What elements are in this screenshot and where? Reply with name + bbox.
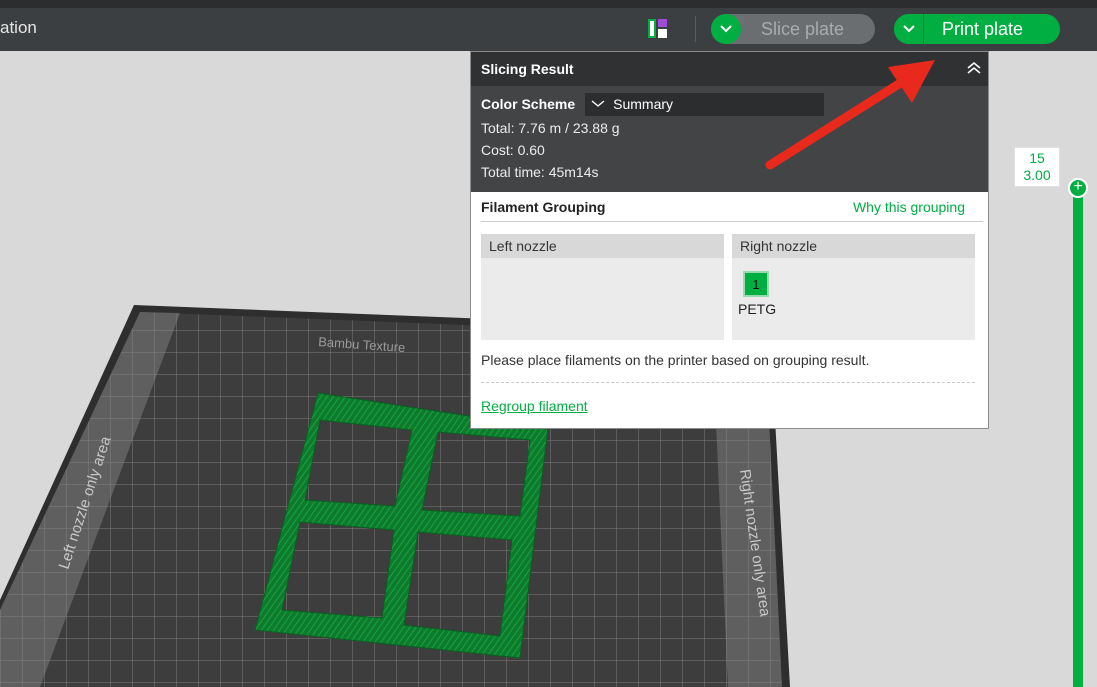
filament-type: PETG: [738, 301, 777, 317]
toolbar-title: ation: [0, 18, 37, 37]
top-toolbar: ation Slice plate Print plate: [0, 0, 1097, 51]
nozzle-groups: Left nozzle Right nozzle 1 PETG: [481, 234, 975, 340]
filament-chip[interactable]: 1: [743, 271, 769, 297]
layer-readout: 15 3.00: [1014, 147, 1060, 187]
layer-number: 15: [1029, 150, 1045, 166]
left-nozzle-label: Left nozzle: [481, 234, 724, 258]
right-nozzle-group: Right nozzle 1 PETG: [732, 234, 975, 340]
right-nozzle-label: Right nozzle: [732, 234, 975, 258]
layer-slider-track[interactable]: [1073, 186, 1083, 687]
filament-grouping-header: Filament Grouping Why this grouping: [481, 192, 983, 222]
panel-title: Slicing Result: [481, 61, 574, 77]
chevron-down-icon: [591, 100, 605, 107]
collapse-icon[interactable]: [966, 60, 982, 76]
print-plate-button[interactable]: Print plate: [894, 14, 1060, 44]
print-dropdown-chevron-icon[interactable]: [894, 14, 924, 44]
color-scheme-value: Summary: [613, 96, 674, 112]
layer-height: 3.00: [1023, 167, 1051, 183]
why-grouping-link[interactable]: Why this grouping: [853, 199, 965, 215]
toolbar-separator: [695, 16, 696, 42]
color-scheme-label: Color Scheme: [481, 96, 576, 112]
slice-plate-label: Slice plate: [761, 18, 845, 39]
print-plate-label: Print plate: [942, 18, 1024, 39]
filament-grouping-title: Filament Grouping: [481, 198, 606, 215]
annotation-arrow-icon: [765, 60, 935, 170]
grouping-hint: Please place filaments on the printer ba…: [481, 352, 975, 383]
layer-slider-thumb[interactable]: +: [1068, 178, 1088, 198]
slice-plate-button[interactable]: Slice plate: [711, 14, 875, 44]
regroup-filament-link[interactable]: Regroup filament: [481, 398, 588, 414]
slice-dropdown-chevron-icon[interactable]: [711, 14, 741, 44]
left-nozzle-group: Left nozzle: [481, 234, 724, 340]
layout-icon[interactable]: [648, 19, 667, 38]
